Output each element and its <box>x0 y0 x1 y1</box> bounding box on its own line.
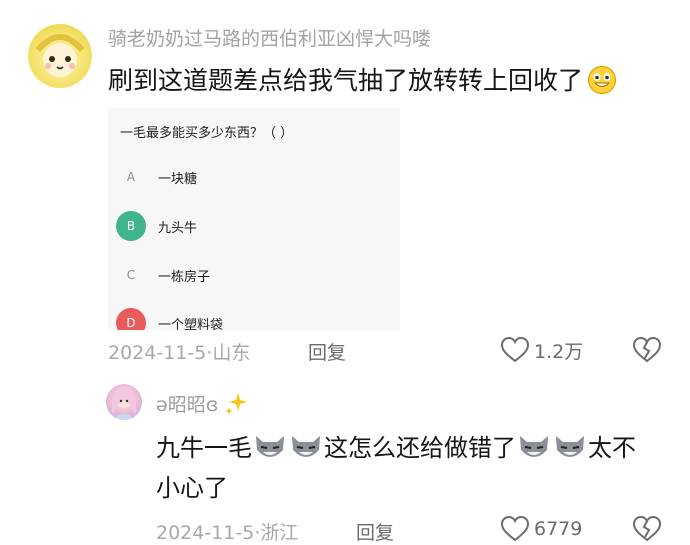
reply-button[interactable]: 回复 <box>356 518 394 545</box>
grinning-emoji-icon <box>587 65 617 95</box>
wolf-emoji-icon <box>520 436 548 457</box>
option-letter-selected: B <box>116 211 146 241</box>
quiz-option-a: A 一块糖 <box>116 162 197 192</box>
option-letter: C <box>126 268 136 282</box>
reply-author[interactable]: ə昭昭ɞ <box>156 390 250 417</box>
like-count: 6779 <box>534 518 583 540</box>
reply-author-name: ə昭昭ɞ <box>156 394 219 416</box>
quiz-question: 一毛最多能买多少东西？（ ） <box>120 126 294 141</box>
broken-heart-icon <box>632 515 662 542</box>
reply-location: 浙江 <box>260 522 299 544</box>
comment-meta: 2024-11-5·山东 <box>108 342 251 364</box>
commenter-avatar[interactable] <box>28 24 92 88</box>
like-button[interactable]: 6779 <box>500 515 582 543</box>
wolf-emoji-icon <box>256 436 284 457</box>
option-text: 一栋房子 <box>158 269 211 285</box>
option-text: 九头牛 <box>158 220 198 236</box>
option-letter: A <box>126 170 136 184</box>
quiz-option-d: D 一个塑料袋 <box>116 308 223 330</box>
comment-date: 2024-11-5 <box>108 342 207 364</box>
wolf-emoji-icon <box>556 436 584 457</box>
quiz-option-c: C 一栋房子 <box>116 260 210 290</box>
reply-button[interactable]: 回复 <box>308 338 346 365</box>
reply-text-part: 这怎么还给做错了 <box>324 434 516 462</box>
dislike-button[interactable] <box>632 336 662 368</box>
comment-text-body: 刷到这道题差点给我气抽了放转转上回收了 <box>108 66 584 95</box>
reply-date: 2024-11-5 <box>156 522 255 544</box>
quiz-image[interactable]: 一毛最多能买多少东西？（ ） A 一块糖 B 九头牛 C 一栋房子 D 一个塑料… <box>108 108 400 330</box>
quiz-option-b: B 九头牛 <box>116 211 197 241</box>
option-letter-wrong: D <box>116 308 146 330</box>
like-button[interactable]: 1.2万 <box>500 336 583 364</box>
wolf-emoji-icon <box>292 436 320 457</box>
comment-location: 山东 <box>212 342 251 364</box>
broken-heart-icon <box>632 336 662 363</box>
commenter-name[interactable]: 骑老奶奶过马路的西伯利亚凶悍大吗喽 <box>108 24 431 51</box>
reply-text-part: 九牛一毛 <box>156 434 252 462</box>
reply-avatar[interactable] <box>106 384 142 420</box>
heart-outline-icon <box>500 336 530 363</box>
reply-text: 九牛一毛 这怎么还给做错了 太不小心了 <box>156 428 656 508</box>
reply-meta: 2024-11-5·浙江 <box>156 522 299 544</box>
like-count: 1.2万 <box>534 340 584 363</box>
heart-outline-icon <box>500 515 530 542</box>
sparkles-icon <box>225 393 248 415</box>
comment-text: 刷到这道题差点给我气抽了放转转上回收了 <box>108 64 617 98</box>
option-text: 一块糖 <box>158 171 198 187</box>
dislike-button[interactable] <box>632 515 662 545</box>
option-text: 一个塑料袋 <box>158 317 224 331</box>
